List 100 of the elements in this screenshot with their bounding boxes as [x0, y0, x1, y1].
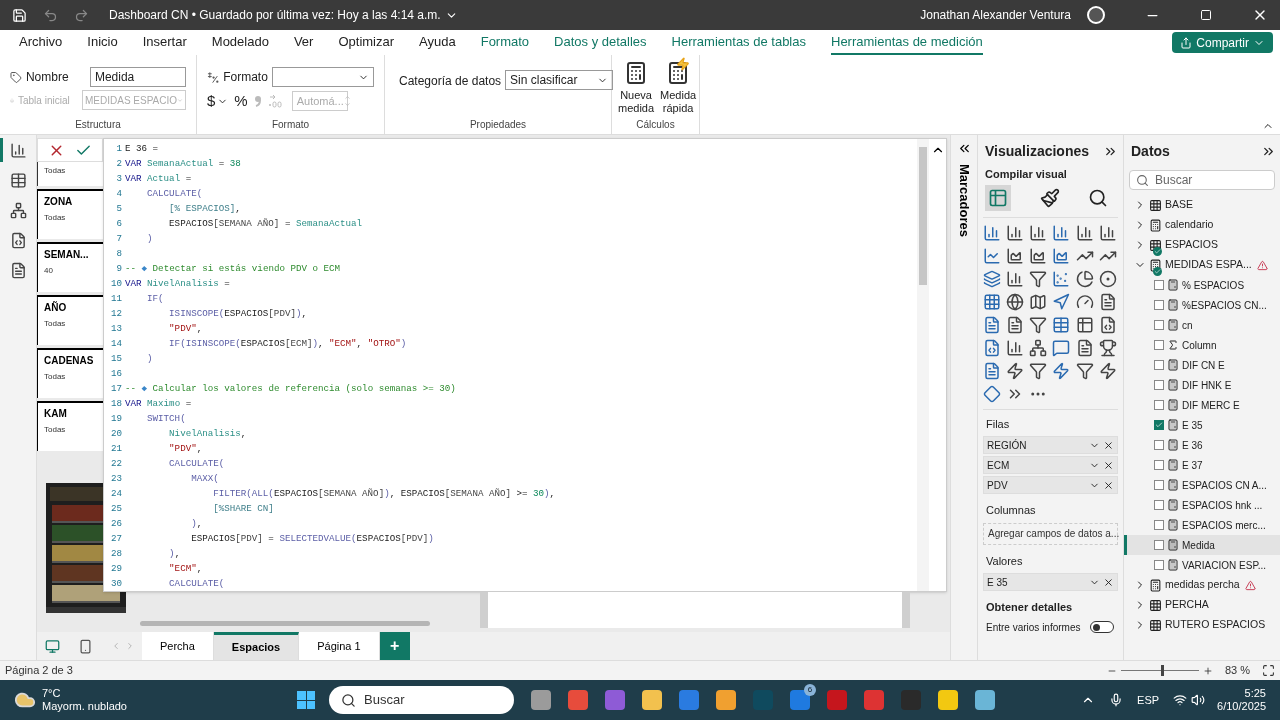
menu-tab[interactable]: Insertar	[142, 30, 187, 55]
field-chip[interactable]: PDV	[983, 476, 1118, 494]
field-item[interactable]: ESPACIOS merc...	[1124, 515, 1280, 535]
quick-measure-button[interactable]: Medida rápida	[660, 61, 697, 117]
format-label: Formato	[223, 69, 269, 86]
line-number: 18	[109, 396, 123, 411]
line-number: 22	[109, 456, 123, 471]
menu-tab[interactable]: Optimizar	[338, 30, 395, 55]
currency-button[interactable]: $	[207, 90, 216, 113]
clock-time: 5:25	[1244, 687, 1266, 700]
code-line: )	[146, 231, 153, 246]
section-label: Compilar visual	[984, 167, 1068, 182]
table-item[interactable]: calendario	[1124, 215, 1280, 235]
code-line: CALCULATE(	[168, 456, 225, 471]
slicer-title: ZONA	[44, 195, 74, 209]
code-line: VAR Actual =	[124, 171, 192, 186]
code-line: VAR NivelAnalisis =	[124, 276, 230, 291]
name-label: Nombre	[25, 69, 70, 86]
line-number: 6	[115, 216, 123, 231]
new-measure-button[interactable]: Nueva medida	[618, 61, 655, 117]
group-label: Estructura	[74, 118, 122, 132]
slicer-title: CADENAS	[44, 354, 95, 368]
table-item[interactable]: ESPACIOS	[1124, 235, 1280, 255]
code-line: [%SHARE CN]	[212, 501, 274, 516]
field-chip[interactable]: REGIÓN	[983, 436, 1118, 454]
line-number: 21	[109, 441, 123, 456]
bookmarks-tab[interactable]: Marcadores	[954, 164, 974, 237]
slicer-value: 40	[44, 265, 54, 277]
field-item[interactable]: E 37	[1124, 455, 1280, 475]
menu-tab[interactable]: Ayuda	[419, 30, 456, 55]
table-item[interactable]: MEDIDAS ESPA...	[1124, 255, 1280, 275]
field-item[interactable]: VARIACION ESP...	[1124, 555, 1280, 575]
code-line: ),	[168, 546, 181, 561]
menu-tab[interactable]: Formato	[480, 30, 530, 55]
slicer-value: Todas	[44, 318, 67, 330]
menu-tab[interactable]: Datos y detalles	[554, 30, 647, 55]
line-number: 25	[109, 501, 123, 516]
code-line: )	[146, 351, 153, 366]
line-number: 23	[109, 471, 123, 486]
page-info: Página 2 de 3	[5, 663, 73, 679]
page-tab[interactable]: Espacios	[213, 632, 300, 660]
pane-title: Visualizaciones	[985, 142, 1089, 161]
field-item[interactable]: Column	[1124, 335, 1280, 355]
drop-zone[interactable]: Agregar campos de datos a...	[983, 522, 1118, 545]
field-item[interactable]: % ESPACIOS	[1124, 275, 1280, 295]
field-chip[interactable]: ECM	[983, 456, 1118, 474]
line-number: 11	[109, 291, 123, 306]
user-name: Jonathan Alexander Ventura	[920, 7, 1071, 24]
menu-tab[interactable]: Modelado	[211, 30, 269, 55]
line-number: 26	[109, 516, 123, 531]
toggle-label: Entre varios informes	[986, 620, 1081, 635]
field-chip[interactable]: E 35	[983, 573, 1118, 591]
field-item[interactable]: DIF CN E	[1124, 355, 1280, 375]
table-item[interactable]: PERCHA	[1124, 595, 1280, 615]
search-field[interactable]: Buscar	[1129, 170, 1275, 190]
code-line: ESPACIOS[PDV] = SELECTEDVALUE(ESPACIOS[PDV])	[190, 531, 434, 546]
line-number: 29	[109, 561, 123, 576]
code-line: SWITCH(	[146, 411, 186, 426]
code-line: -- ◆ Detectar si estás viendo PDV o ECM	[124, 261, 341, 276]
add-page-button[interactable]: +	[379, 632, 410, 660]
field-item[interactable]: ESPACIOS CN A...	[1124, 475, 1280, 495]
line-number: 17	[109, 381, 123, 396]
field-item[interactable]: %ESPACIOS CN...	[1124, 295, 1280, 315]
share-button[interactable]: Compartir	[1172, 32, 1273, 53]
table-item[interactable]: medidas percha	[1124, 575, 1280, 595]
well-title: Filas	[985, 416, 1011, 432]
field-item[interactable]: cn	[1124, 315, 1280, 335]
menu-tab[interactable]: Archivo	[19, 30, 63, 55]
menu-tab[interactable]: Herramientas de tablas	[671, 30, 806, 55]
field-item[interactable]: DIF MERC E	[1124, 395, 1280, 415]
name-field[interactable]: Medida	[89, 67, 186, 87]
field-item[interactable]: E 35	[1124, 415, 1280, 435]
percent-button[interactable]: %	[234, 90, 248, 113]
line-number: 14	[109, 336, 123, 351]
home-table-label: Tabla inicial	[18, 93, 71, 108]
slicer-value: Todas	[44, 165, 67, 177]
table-item[interactable]: RUTERO ESPACIOS	[1124, 615, 1280, 635]
field-item[interactable]: DIF HNK E	[1124, 375, 1280, 395]
table-item[interactable]: BASE	[1124, 195, 1280, 215]
search-field[interactable]: Buscar	[329, 686, 514, 714]
page-tab[interactable]: Percha	[142, 632, 214, 660]
code-line: -- ◆ Calcular los valores de referencia (solo semanas >= 30)	[124, 381, 456, 396]
line-number: 5	[115, 201, 123, 216]
group-label: Formato	[270, 118, 311, 132]
field-item[interactable]: ESPACIOS hnk ...	[1124, 495, 1280, 515]
menu-tab[interactable]: Inicio	[87, 30, 118, 55]
code-line: [% ESPACIOS],	[168, 201, 241, 216]
field-item[interactable]: Medida	[1124, 535, 1280, 555]
menu-tab[interactable]: Ver	[293, 30, 314, 55]
page-tab[interactable]: Página 1	[299, 632, 380, 660]
language-indicator[interactable]: ESP	[1137, 691, 1160, 709]
line-number: 30	[109, 576, 123, 591]
well-title: Columnas	[985, 503, 1037, 518]
field-item[interactable]: E 36	[1124, 435, 1280, 455]
line-number: 19	[109, 411, 123, 426]
code-line: ESPACIOS[SEMANA AÑO] = SemanaActual	[168, 216, 363, 231]
slicer-title: AÑO	[44, 300, 68, 315]
code-line: MAXX(	[190, 471, 219, 486]
category-select[interactable]: Sin clasificar	[505, 70, 614, 90]
clock-date: 6/10/2025	[1217, 700, 1266, 713]
